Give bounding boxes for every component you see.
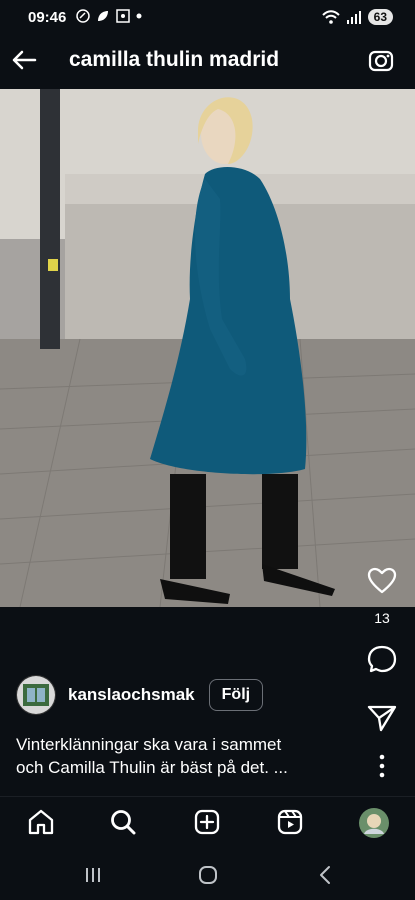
page-title: camilla thulin madrid: [69, 48, 280, 71]
screenshot-icon: [116, 9, 130, 23]
home-system-button[interactable]: [198, 865, 218, 890]
nav-search[interactable]: [108, 807, 142, 841]
nav-reels[interactable]: [275, 807, 309, 841]
author-avatar-image: [17, 676, 55, 714]
status-icons: [76, 9, 142, 23]
profile-avatar: [359, 808, 389, 838]
notification-icon: [76, 9, 90, 23]
nav-home[interactable]: [26, 807, 60, 841]
camera-button[interactable]: [367, 46, 395, 74]
post-caption[interactable]: Vinterklänningar ska vara i sammet och C…: [16, 733, 361, 779]
header: camilla thulin madrid: [0, 36, 415, 88]
status-time: 09:46: [28, 9, 67, 26]
post-image[interactable]: [0, 89, 415, 607]
author-avatar[interactable]: [16, 675, 56, 715]
plus-square-icon: [194, 809, 220, 835]
status-right: 63: [321, 9, 393, 25]
nav-profile[interactable]: [358, 807, 392, 841]
send-icon: [367, 705, 397, 732]
chevron-left-icon: [320, 866, 330, 884]
post-photo: [0, 89, 415, 607]
camera-icon: [368, 50, 394, 72]
share-button[interactable]: [361, 702, 403, 739]
nav-create[interactable]: [192, 807, 226, 841]
comment-icon: [367, 645, 397, 673]
follow-button[interactable]: Följ: [208, 679, 264, 711]
back-button[interactable]: [10, 48, 42, 76]
like-button[interactable]: [361, 565, 403, 602]
battery-level: 63: [367, 9, 393, 25]
home-circle-icon: [199, 866, 217, 884]
arrow-left-icon: [12, 50, 37, 70]
comment-button[interactable]: [361, 643, 403, 680]
home-icon: [28, 809, 54, 835]
recent-apps-icon: [86, 868, 100, 882]
more-vertical-icon: [379, 754, 385, 778]
dot-icon: [136, 13, 142, 19]
search-icon: [111, 810, 136, 835]
signal-icon: [346, 11, 361, 24]
reels-icon: [277, 809, 303, 835]
bottom-navigation: [0, 796, 415, 853]
recent-apps-button[interactable]: [84, 866, 102, 889]
caption-line-1: Vinterklänningar ska vara i sammet: [16, 735, 282, 754]
heart-icon: [367, 567, 397, 594]
like-count: 13: [374, 610, 390, 626]
status-bar: 09:46 63: [0, 0, 415, 36]
back-system-button[interactable]: [318, 865, 332, 890]
more-button[interactable]: [361, 750, 403, 787]
caption-line-2: och Camilla Thulin är bäst på det. ...: [16, 758, 288, 777]
post-author: kanslaochsmak Följ: [16, 675, 264, 715]
author-username[interactable]: kanslaochsmak: [68, 685, 195, 705]
leaf-icon: [98, 11, 108, 21]
wifi-icon: [321, 10, 340, 24]
system-navigation: [0, 852, 415, 900]
